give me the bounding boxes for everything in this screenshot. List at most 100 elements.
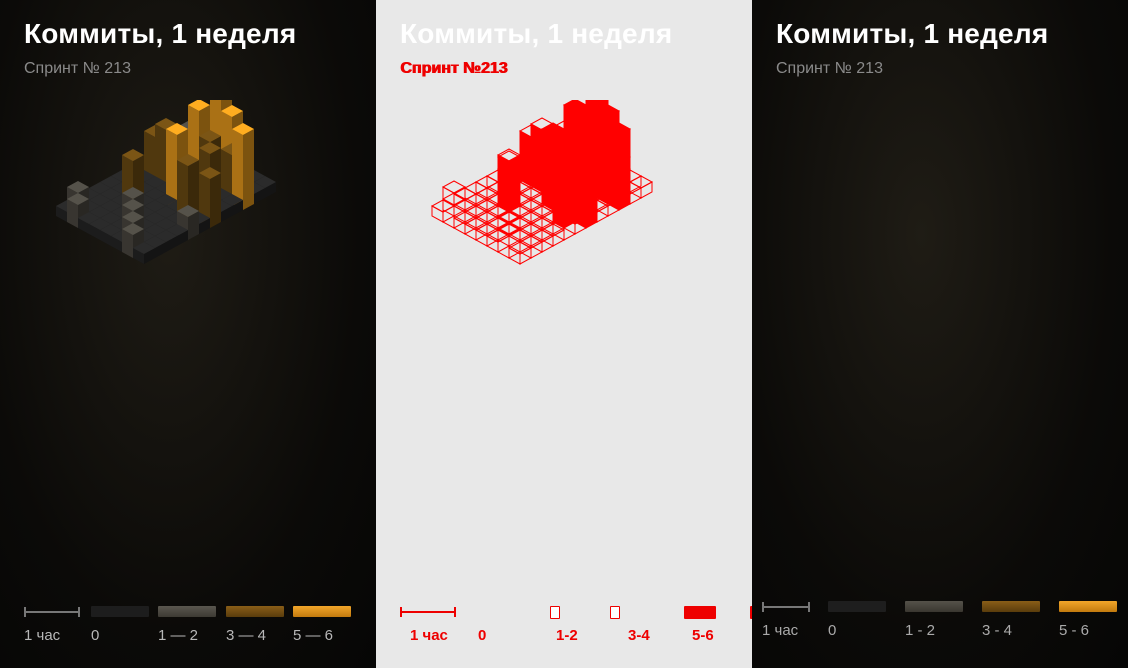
legend-swatch-1 [610, 606, 620, 619]
bar-left-edge [530, 211, 543, 229]
bar-right-edge [629, 175, 642, 193]
bar-left-edge [475, 193, 488, 211]
legend: 1 час 0 1 - 2 3 - 4 5 - 6 [762, 595, 1117, 645]
legend-label-0: 0 [478, 627, 487, 644]
legend-scale-label: 1 час [24, 627, 61, 644]
page-title: Коммиты, 1 неделя [776, 18, 1049, 49]
legend: 1 час 0 1-2 3-4 5-6 [400, 600, 752, 650]
legend-swatch-2 [982, 601, 1040, 612]
bar-right-edge [640, 181, 653, 199]
bar-left-edge [530, 235, 543, 253]
bar-left-edge [464, 223, 477, 241]
bar-left-edge [519, 205, 532, 223]
page-title: Коммиты, 1 неделя [24, 18, 297, 49]
bar-right-edge [475, 187, 488, 205]
stage: Коммиты, 1 неделя Спринт № 213 1 час 0 1… [0, 0, 1128, 668]
scale-ruler-icon [400, 607, 456, 617]
bar-right-edge [464, 217, 477, 235]
bar-left-edge [519, 229, 532, 247]
bar-left-edge [519, 241, 532, 259]
bar-left-edge [519, 130, 532, 187]
legend-label-2: 3 - 4 [982, 622, 1013, 639]
bar-right-edge [475, 199, 488, 217]
bar-left-edge [431, 205, 444, 223]
bar-right-edge [629, 187, 642, 205]
bar-right-edge [530, 229, 543, 247]
bar-left-edge [596, 148, 609, 205]
bar-left-edge [519, 193, 532, 211]
bar-left-edge [486, 223, 499, 241]
bar-left-edge [475, 181, 488, 199]
legend-label-0: 0 [91, 627, 100, 644]
bar-right-edge [530, 217, 543, 235]
scale-ruler-icon [762, 602, 810, 612]
bar-right-edge [497, 235, 510, 253]
bar-left-edge [475, 217, 488, 235]
bar-left-edge [530, 223, 543, 241]
bar-left-edge [629, 181, 642, 199]
bar-left-edge [453, 205, 466, 223]
bar-left-edge [486, 235, 499, 253]
legend-swatch-3 [1059, 601, 1117, 612]
bar-left-edge [541, 128, 554, 211]
panel-edge-diff: Коммиты, 1 неделя Спринт №213 1 час 0 1-… [376, 0, 752, 668]
bar-right-edge [464, 205, 477, 223]
bar-right-edge [486, 181, 499, 199]
bar-left-edge [486, 199, 499, 217]
bar-right-edge [519, 211, 532, 229]
bar-right-edge [552, 229, 565, 247]
bar-right-face [210, 173, 221, 228]
bar-right-edge [530, 241, 543, 259]
bar-right-edge [486, 217, 499, 235]
bar-right-edge [519, 199, 532, 217]
bar-left-edge [464, 187, 477, 205]
legend-swatch-0 [828, 601, 886, 612]
bar-right-edge [541, 235, 554, 253]
bar-left-edge [486, 175, 499, 193]
bar-right-face [243, 129, 254, 210]
bar-right-edge [541, 211, 554, 229]
bar-left-edge [530, 199, 543, 217]
legend-swatch-2 [684, 606, 716, 619]
legend: 1 час 0 1 — 2 3 — 4 5 — 6 [24, 600, 354, 650]
bar-right-edge [486, 193, 499, 211]
page-subtitle: Спринт № 213 [776, 60, 883, 77]
bar-right-edge [541, 223, 554, 241]
bar-right-edge [442, 205, 455, 223]
bar-right-edge [585, 172, 598, 229]
legend-label-3: 5-6 [692, 627, 714, 644]
legend-swatch-3 [293, 606, 351, 617]
legend-label-1: 1 - 2 [905, 622, 936, 639]
iso-bar-grid [56, 100, 276, 264]
iso-edge-map [430, 100, 654, 265]
bar-left-edge [486, 211, 499, 229]
bar-right-edge [475, 211, 488, 229]
bar-right-edge [464, 193, 477, 211]
legend-label-2: 3-4 [628, 627, 650, 644]
legend-label-1: 1-2 [556, 627, 578, 644]
scale-ruler-icon [24, 607, 80, 617]
page-subtitle: Спринт №213 [400, 60, 508, 77]
bar-right-edge [486, 229, 499, 247]
bar-left-edge [475, 205, 488, 223]
bar-right-edge [530, 205, 543, 223]
legend-swatch-0 [550, 606, 560, 619]
panel-original: Коммиты, 1 неделя Спринт № 213 1 час 0 1… [0, 0, 376, 668]
bar-left-edge [541, 229, 554, 247]
bar-left-edge [607, 128, 620, 211]
panel-empty-render: Коммиты, 1 неделя Спринт № 213 1 час 0 1… [752, 0, 1128, 668]
legend-scale-label: 1 час [762, 622, 799, 639]
bar-right-edge [519, 223, 532, 241]
bar-right-edge [486, 205, 499, 223]
page-subtitle: Спринт № 213 [24, 60, 131, 77]
legend-label-0: 0 [828, 622, 837, 639]
bar-top-edge [441, 180, 467, 194]
bar-left-edge [508, 235, 521, 253]
bar-left-edge [464, 199, 477, 217]
bar-right-edge [530, 193, 543, 211]
legend-scale-label: 1 час [410, 627, 448, 644]
bar-right-edge [563, 159, 576, 229]
bar-left-edge [453, 217, 466, 235]
bar-left-edge [552, 159, 565, 229]
bar-right-edge [519, 247, 532, 265]
